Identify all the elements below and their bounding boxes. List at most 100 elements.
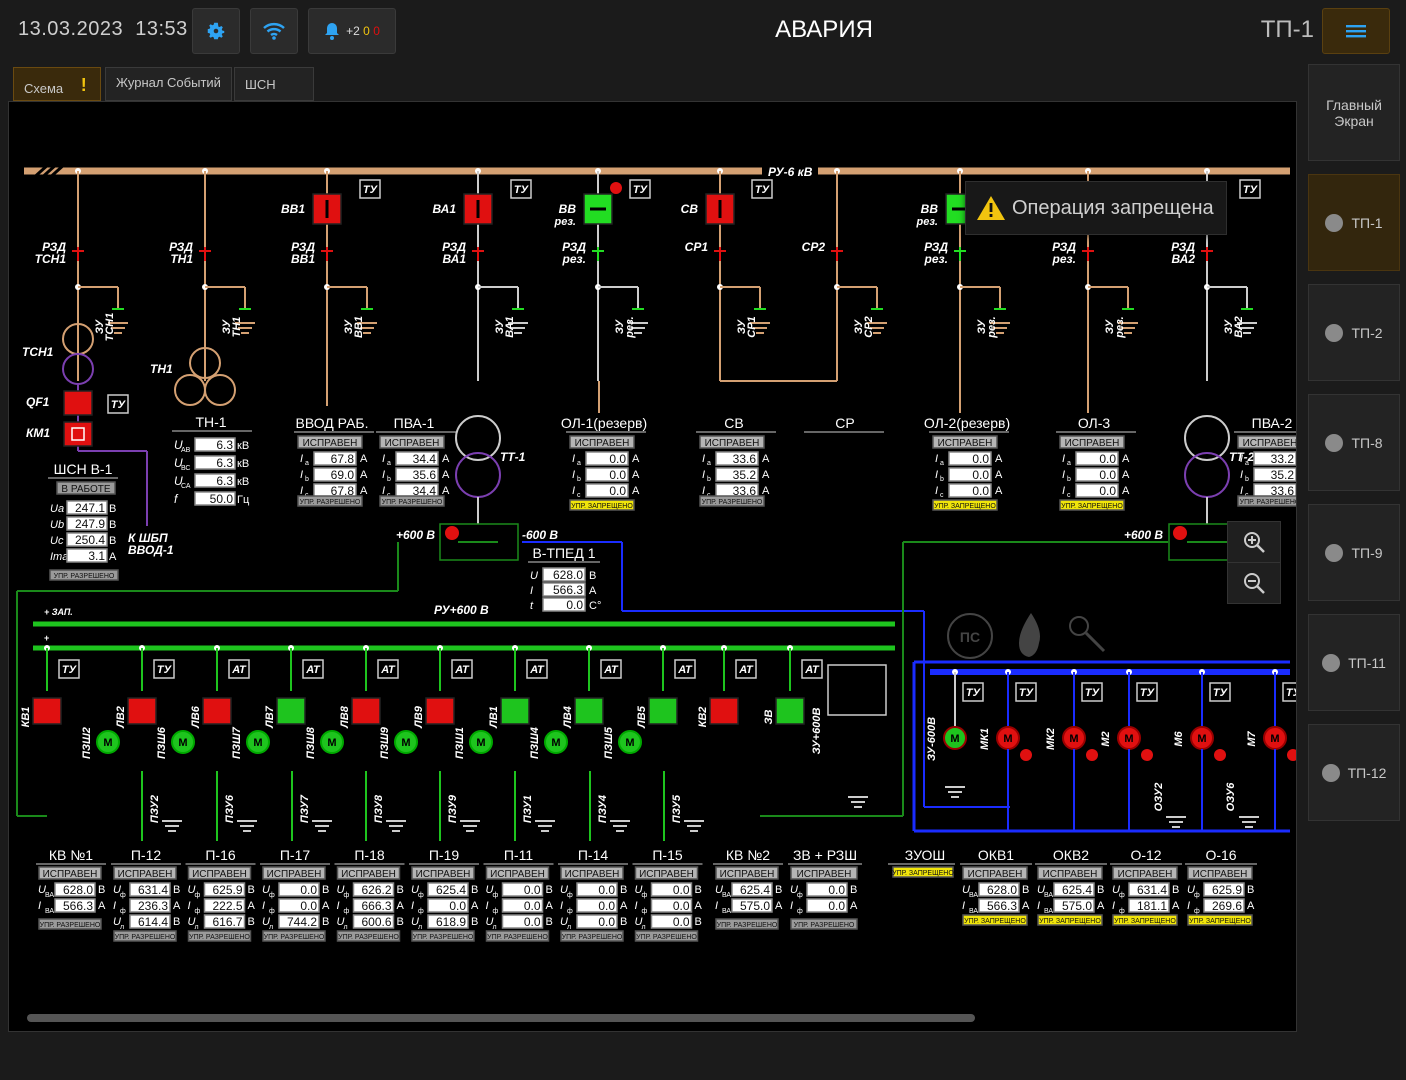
unit: А: [1122, 485, 1130, 497]
menu-button[interactable]: [1322, 8, 1390, 54]
value-text: 0.0: [673, 899, 690, 913]
value-text: 0.0: [972, 468, 989, 482]
param: I: [702, 469, 705, 481]
param-sub: b: [1067, 476, 1071, 483]
value-text: 0.0: [300, 899, 317, 913]
param: I: [382, 485, 385, 497]
breaker-600-open[interactable]: [648, 697, 678, 725]
value-text: 575.0: [1062, 899, 1092, 913]
unit: А: [762, 469, 770, 481]
param-sub: ВА: [969, 908, 978, 915]
feeder-panel-title: ОЛ-2(резерв): [924, 415, 1010, 431]
scheme-diagram: РУ-6 кВРЗДТСН1ЗУТСН1РЗДТН1ЗУТН1ВВ1ТУРЗДВ…: [16, 161, 1296, 942]
sidebar-item-tp9[interactable]: ТП-9: [1308, 504, 1400, 601]
param-sub: ф: [642, 908, 648, 915]
km1-contactor[interactable]: [63, 421, 93, 447]
bus-label-6kv: РУ-6 кВ: [768, 165, 813, 179]
datetime: 13.03.2023 13:53: [18, 18, 188, 41]
param-sub: ВА: [45, 908, 54, 915]
ozu-label: ОЗУ2: [1153, 783, 1165, 812]
value-text: 35.6: [413, 468, 437, 482]
param-sub: ф: [269, 892, 275, 899]
bottom-panel-title: ЗВ + РЗШ: [793, 847, 857, 863]
breaker-600-open[interactable]: [276, 697, 306, 725]
sidebar-item-tp2[interactable]: ТП-2: [1308, 284, 1400, 381]
status-text: ИСПРАВЕН: [43, 869, 98, 880]
lock-icon: [1214, 749, 1226, 761]
status-text: УПР. РАЗРЕШЕНО: [115, 934, 176, 941]
sidebar-main-screen[interactable]: Главный Экран: [1308, 64, 1400, 161]
pzu-label: ПЗУ1: [522, 795, 534, 823]
param: I: [1062, 453, 1065, 465]
tab-shsn[interactable]: ШСН: [234, 67, 314, 101]
breaker-600[interactable]: [32, 697, 62, 725]
breaker-600[interactable]: [127, 697, 157, 725]
status-text: УПР. РАЗРЕШЕНО: [413, 934, 474, 941]
hamburger-icon: [1346, 25, 1366, 38]
status-text: УПР. РАЗРЕШЕНО: [794, 922, 855, 929]
breaker-600[interactable]: [425, 697, 455, 725]
sidebar-item-tp11[interactable]: ТП-11: [1308, 614, 1400, 711]
breaker-600[interactable]: [351, 697, 381, 725]
tu-label: ТУ: [111, 399, 127, 411]
pzu-label: ПЗУ6: [224, 794, 236, 823]
breaker-600[interactable]: [202, 697, 232, 725]
param-sub: c: [1067, 492, 1071, 499]
param: I: [1240, 485, 1243, 497]
motor-label: ПЗШ6: [156, 726, 168, 759]
param-sub: ф: [344, 892, 350, 899]
param-sub: b: [1245, 476, 1249, 483]
param-sub: л: [493, 924, 497, 931]
param-sub: ф: [418, 892, 424, 899]
tu-label: ТУ: [1019, 687, 1035, 699]
sidebar-item-tp8[interactable]: ТП-8: [1308, 394, 1400, 491]
unit: А: [98, 900, 106, 912]
param: I: [262, 900, 265, 912]
tu-label: АТ: [454, 664, 470, 676]
tab-scheme[interactable]: Схема !: [13, 67, 101, 101]
breaker-600-open[interactable]: [574, 697, 604, 725]
tn1-label: ТН1: [150, 362, 173, 376]
lock-icon: [610, 182, 622, 194]
right-feeder-label: МК1: [979, 728, 991, 750]
zu-label: ТН1: [231, 317, 243, 338]
status-text: УПР. РАЗРЕШЕНО: [54, 573, 115, 580]
breaker-600[interactable]: [709, 697, 739, 725]
param-sub: ф: [195, 892, 201, 899]
rzd-label: ВВ1: [291, 252, 315, 266]
param-sub: л: [195, 924, 199, 931]
tu-label: ТУ: [1213, 687, 1229, 699]
sidebar-item-tp12[interactable]: ТП-12: [1308, 724, 1400, 821]
feeder-panel-title: ПВА-1: [394, 415, 435, 431]
lock-icon: [1141, 749, 1153, 761]
notifications-button[interactable]: +2 0 0: [308, 8, 396, 54]
network-button[interactable]: [250, 8, 298, 54]
qf1-breaker[interactable]: [63, 390, 93, 416]
status-text: ИСПРАВЕН: [968, 869, 1023, 880]
plus-600-label: +600 В: [396, 528, 435, 542]
unit: В: [1247, 884, 1254, 896]
status-text: ИСПРАВЕН: [303, 438, 358, 449]
tu-label: АТ: [603, 664, 619, 676]
zoom-in-button[interactable]: [1227, 521, 1281, 563]
value-text: 0.0: [673, 883, 690, 897]
gear-icon: [207, 22, 225, 40]
settings-button[interactable]: [192, 8, 240, 54]
unit: В: [546, 884, 553, 896]
breaker-label: ВВ1: [281, 202, 305, 216]
status-text: УПР. ЗАПРЕЩЕНО: [964, 918, 1026, 925]
value-text: 6.3: [216, 438, 233, 452]
horizontal-scrollbar[interactable]: [27, 1014, 975, 1022]
zoom-out-button[interactable]: [1227, 562, 1281, 604]
value-text: 631.4: [1137, 883, 1167, 897]
value-text: 0.0: [609, 484, 626, 498]
motor-label: ПЗШ1: [454, 727, 466, 759]
sidebar-item-tp1[interactable]: ТП-1: [1308, 174, 1400, 271]
param: I: [300, 485, 303, 497]
status-dot-icon: [1322, 653, 1341, 672]
breaker-600-open[interactable]: [775, 697, 805, 725]
tu-label: АТ: [677, 664, 693, 676]
tab-events[interactable]: Журнал Событий: [105, 67, 232, 101]
breaker-600-open[interactable]: [500, 697, 530, 725]
param-sub: b: [940, 476, 944, 483]
